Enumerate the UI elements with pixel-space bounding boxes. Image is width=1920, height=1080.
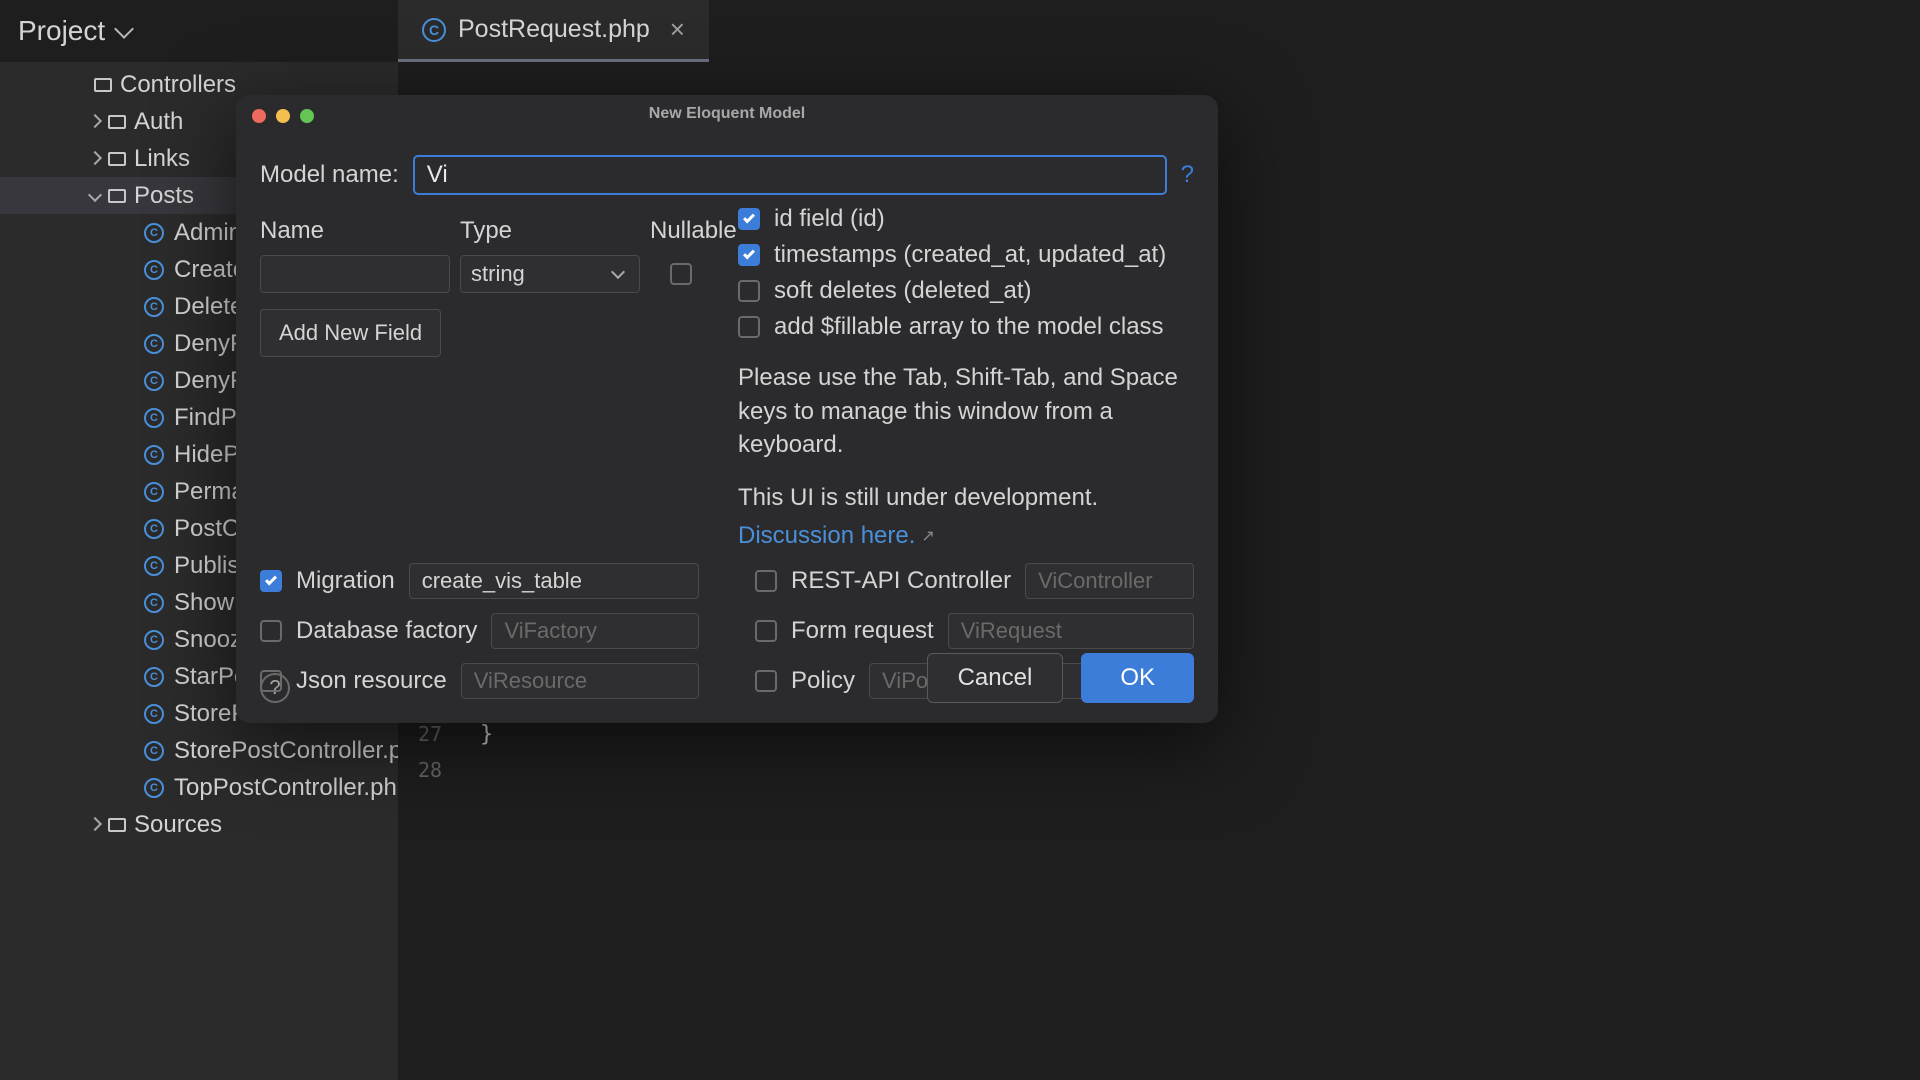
dialog-title: New Eloquent Model bbox=[236, 95, 1218, 123]
chevron-right-icon bbox=[88, 113, 102, 127]
php-class-icon: C bbox=[144, 630, 164, 650]
code-text: } bbox=[480, 722, 493, 747]
form-request-checkbox[interactable] bbox=[755, 620, 777, 642]
php-class-icon: C bbox=[144, 556, 164, 576]
policy-checkbox[interactable] bbox=[755, 670, 777, 692]
field-type-select[interactable]: string bbox=[460, 255, 640, 293]
tree-file-label: Perma bbox=[174, 478, 245, 506]
chevron-right-icon bbox=[88, 816, 102, 830]
discussion-link-text: Discussion here. bbox=[738, 522, 915, 550]
json-resource-label: Json resource bbox=[296, 667, 447, 695]
php-class-icon: C bbox=[144, 667, 164, 687]
field-type-value: string bbox=[471, 261, 525, 287]
ok-button[interactable]: OK bbox=[1081, 653, 1194, 703]
php-class-icon: C bbox=[144, 408, 164, 428]
form-request-label: Form request bbox=[791, 617, 934, 645]
fillable-checkbox[interactable] bbox=[738, 316, 760, 338]
dev-notice-text: This UI is still under development. bbox=[738, 484, 1198, 512]
window-zoom-icon[interactable] bbox=[300, 109, 314, 123]
project-label-text: Project bbox=[18, 15, 105, 47]
tree-label: Sources bbox=[134, 811, 222, 839]
model-name-input[interactable] bbox=[413, 155, 1167, 195]
discussion-link[interactable]: Discussion here. ↗ bbox=[738, 522, 935, 550]
chevron-right-icon bbox=[88, 150, 102, 164]
php-class-icon: C bbox=[144, 778, 164, 798]
folder-icon bbox=[94, 78, 112, 92]
soft-deletes-checkbox[interactable] bbox=[738, 280, 760, 302]
php-class-icon: C bbox=[144, 297, 164, 317]
add-new-field-button[interactable]: Add New Field bbox=[260, 309, 441, 357]
tree-file-label: Publisl bbox=[174, 552, 245, 580]
factory-label: Database factory bbox=[296, 617, 477, 645]
php-class-icon: C bbox=[144, 741, 164, 761]
timestamps-label: timestamps (created_at, updated_at) bbox=[774, 241, 1166, 269]
tree-file-item[interactable]: C StorePostController.p bbox=[0, 732, 398, 769]
migration-checkbox[interactable] bbox=[260, 570, 282, 592]
tree-file-label: Delete bbox=[174, 293, 243, 321]
php-class-icon: C bbox=[144, 519, 164, 539]
chevron-down-icon bbox=[611, 265, 625, 279]
project-toolwindow-label[interactable]: Project bbox=[0, 15, 149, 47]
dialog-help-button[interactable]: ? bbox=[260, 673, 290, 703]
migration-name-input[interactable]: create_vis_table bbox=[409, 563, 699, 599]
factory-checkbox[interactable] bbox=[260, 620, 282, 642]
keyboard-hint-text: Please use the Tab, Shift-Tab, and Space… bbox=[738, 361, 1198, 462]
help-icon[interactable]: ? bbox=[1181, 161, 1194, 189]
php-class-icon: C bbox=[144, 704, 164, 724]
tab-filename: PostRequest.php bbox=[458, 15, 650, 44]
rest-controller-input[interactable]: ViController bbox=[1025, 563, 1194, 599]
policy-label: Policy bbox=[791, 667, 855, 695]
fillable-label: add $fillable array to the model class bbox=[774, 313, 1164, 341]
migration-label: Migration bbox=[296, 567, 395, 595]
soft-deletes-label: soft deletes (deleted_at) bbox=[774, 277, 1032, 305]
php-class-icon: C bbox=[144, 371, 164, 391]
new-eloquent-model-dialog: New Eloquent Model Model name: ? Name Ty… bbox=[236, 95, 1218, 723]
php-class-icon: C bbox=[144, 334, 164, 354]
folder-icon bbox=[108, 115, 126, 129]
tree-label: Links bbox=[134, 145, 190, 173]
php-class-icon: C bbox=[144, 445, 164, 465]
tree-file-label: StorePostController.p bbox=[174, 737, 398, 765]
field-name-input[interactable] bbox=[260, 255, 450, 293]
rest-controller-checkbox[interactable] bbox=[755, 570, 777, 592]
gutter-line-number: 27 bbox=[418, 722, 442, 746]
col-nullable-header: Nullable bbox=[650, 217, 740, 245]
chevron-down-icon bbox=[88, 187, 102, 201]
folder-icon bbox=[108, 818, 126, 832]
tree-folder-sources[interactable]: Sources bbox=[0, 806, 398, 843]
close-icon[interactable]: × bbox=[670, 14, 685, 45]
rest-controller-label: REST-API Controller bbox=[791, 567, 1011, 595]
php-class-icon: C bbox=[144, 260, 164, 280]
php-class-icon: C bbox=[144, 223, 164, 243]
factory-input[interactable]: ViFactory bbox=[491, 613, 699, 649]
tree-file-label: Snooz bbox=[174, 626, 242, 654]
col-name-header: Name bbox=[260, 217, 450, 245]
tree-label: Auth bbox=[134, 108, 183, 136]
php-class-icon: C bbox=[144, 593, 164, 613]
gutter-line-number: 28 bbox=[418, 758, 442, 782]
cancel-button[interactable]: Cancel bbox=[927, 653, 1064, 703]
folder-icon bbox=[108, 189, 126, 203]
window-close-icon[interactable] bbox=[252, 109, 266, 123]
tree-file-label: TopPostController.php bbox=[174, 774, 398, 802]
model-name-label: Model name: bbox=[260, 161, 399, 189]
id-field-label: id field (id) bbox=[774, 205, 885, 233]
folder-icon bbox=[108, 152, 126, 166]
json-resource-input[interactable]: ViResource bbox=[461, 663, 699, 699]
tree-label: Controllers bbox=[120, 71, 236, 99]
col-type-header: Type bbox=[460, 217, 640, 245]
chevron-down-icon bbox=[114, 19, 134, 39]
php-class-icon: C bbox=[422, 18, 446, 42]
window-minimize-icon[interactable] bbox=[276, 109, 290, 123]
php-class-icon: C bbox=[144, 482, 164, 502]
timestamps-checkbox[interactable] bbox=[738, 244, 760, 266]
form-request-input[interactable]: ViRequest bbox=[948, 613, 1194, 649]
tree-label: Posts bbox=[134, 182, 194, 210]
tree-file-item[interactable]: C TopPostController.php bbox=[0, 769, 398, 806]
field-nullable-checkbox[interactable] bbox=[670, 263, 692, 285]
tree-file-label: Admin bbox=[174, 219, 242, 247]
id-field-checkbox[interactable] bbox=[738, 208, 760, 230]
editor-tab-postrequest[interactable]: C PostRequest.php × bbox=[398, 0, 709, 62]
external-link-icon: ↗ bbox=[921, 526, 934, 546]
